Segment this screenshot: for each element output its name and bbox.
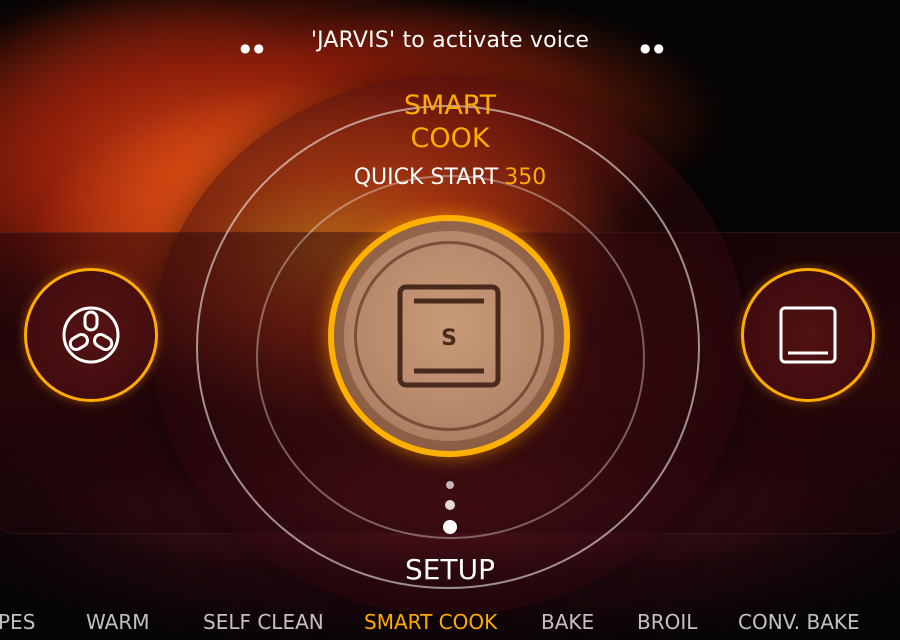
- mode-bar-item-broil[interactable]: BROIL: [637, 610, 697, 634]
- setup-button[interactable]: SETUP: [0, 553, 900, 586]
- mode-bar: PES WARM SELF CLEAN SMART COOK BAKE BROI…: [0, 610, 900, 636]
- convection-fan-icon: [62, 306, 120, 364]
- mode-title-line1: SMART: [403, 90, 497, 121]
- mode-bar-item-smart-cook[interactable]: SMART COOK: [364, 610, 497, 634]
- mode-title-line2: COOK: [410, 123, 490, 154]
- mode-bar-item-recipes[interactable]: PES: [0, 610, 35, 634]
- quick-start-button[interactable]: QUICK START 350: [0, 165, 900, 190]
- quick-start-temp: 350: [504, 165, 547, 190]
- page-dot-1: [446, 481, 454, 489]
- bake-oven-icon: [779, 306, 837, 364]
- smart-cook-start-button[interactable]: S: [328, 215, 570, 457]
- page-dot-2: [445, 500, 455, 510]
- smart-cook-oven-icon: S: [397, 284, 501, 388]
- voice-prompt: 'JARVIS' to activate voice: [310, 28, 590, 53]
- page-dot-3: [443, 520, 457, 534]
- quick-start-label: QUICK START: [353, 165, 499, 190]
- convection-mode-button[interactable]: [24, 268, 158, 402]
- bake-mode-button[interactable]: [741, 268, 875, 402]
- voice-dots-right: ●●: [640, 41, 667, 55]
- mode-bar-item-conv-bake[interactable]: CONV. BAKE: [738, 610, 860, 634]
- smart-cook-icon-letter: S: [441, 326, 457, 351]
- mode-bar-item-warm[interactable]: WARM: [86, 610, 150, 634]
- mode-bar-item-self-clean[interactable]: SELF CLEAN: [203, 610, 324, 634]
- mode-bar-item-bake[interactable]: BAKE: [541, 610, 594, 634]
